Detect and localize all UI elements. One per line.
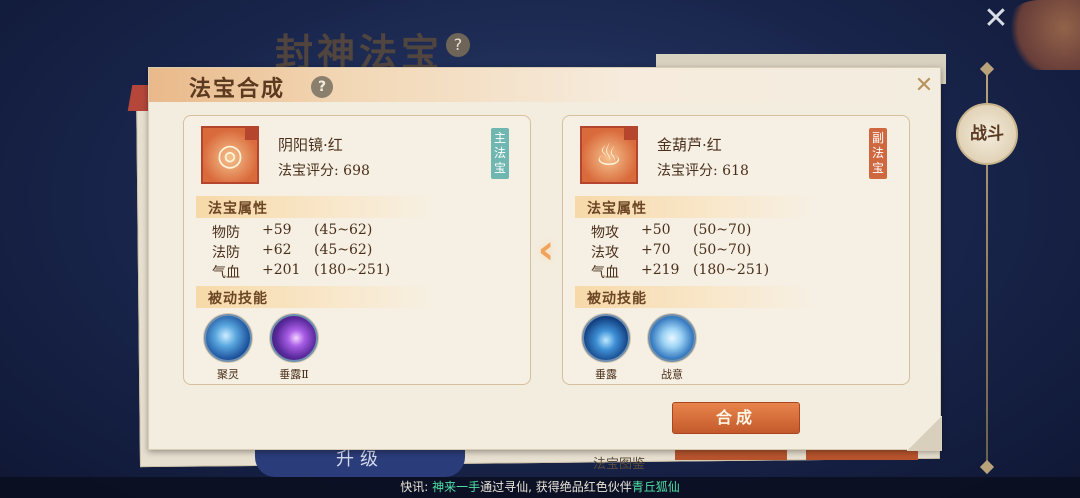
remove-icon[interactable] [624, 126, 638, 140]
skill-name: 战意 [661, 368, 683, 381]
rail-diamond-decoration [979, 459, 995, 475]
skill-slot[interactable]: 垂露Ⅱ [264, 314, 324, 382]
compose-button[interactable]: 合成 [672, 402, 800, 434]
attribute-name: 法攻 [591, 245, 619, 261]
treasure-name: 阴阳镜·红 [278, 136, 343, 154]
skill-name: 垂露Ⅱ [279, 368, 309, 381]
ticker-player-name: 神来一手 [432, 480, 481, 494]
skill-name: 垂露 [595, 368, 617, 381]
attribute-range: (45~62) [314, 242, 373, 258]
section-label: 法宝属性 [587, 201, 647, 217]
dialog-header: 法宝合成 ? ✕ [149, 68, 940, 102]
treasure-name: 金葫芦·红 [657, 136, 722, 154]
chevron-left-icon: ‹ [537, 227, 555, 273]
attribute-name: 气血 [212, 265, 240, 281]
attribute-name: 法防 [212, 245, 240, 261]
treasure-score: 法宝评分: 618 [657, 163, 749, 179]
sub-treasure-tag: 副法宝 [869, 128, 887, 179]
ticker-prefix: 快讯: [400, 480, 433, 494]
attribute-value: +201 [262, 262, 301, 278]
page-curl-decoration [907, 416, 942, 451]
dewdrop-blue-skill-icon[interactable] [582, 314, 630, 362]
dialog-title: 法宝合成 [189, 76, 286, 102]
attribute-name: 物防 [212, 225, 240, 241]
sub-treasure-card: ♨ 金葫芦·红 法宝评分: 618 副法宝 法宝属性 物攻 +50 (50~70… [562, 115, 910, 385]
skills-section-header: 被动技能 [196, 286, 436, 308]
section-label: 法宝属性 [208, 201, 268, 217]
skills-section-header: 被动技能 [575, 286, 815, 308]
mirror-treasure-icon[interactable]: ◎ [201, 126, 259, 184]
attribute-value: +59 [262, 222, 292, 238]
attribute-value: +70 [641, 242, 671, 258]
battle-button[interactable]: 战斗 [956, 103, 1018, 165]
attribute-range: (50~70) [693, 242, 752, 258]
dewdrop-purple-skill-icon[interactable] [270, 314, 318, 362]
attribute-value: +62 [262, 242, 292, 258]
section-label: 被动技能 [208, 291, 268, 307]
skill-slot[interactable]: 聚灵 [198, 314, 258, 382]
attribute-range: (180~251) [693, 262, 770, 278]
attribute-range: (45~62) [314, 222, 373, 238]
background-close-icon[interactable]: ✕ [976, 4, 1016, 34]
rail-diamond-decoration [979, 61, 995, 77]
attribute-name: 气血 [591, 265, 619, 281]
attribute-range: (180~251) [314, 262, 391, 278]
treasure-catalog-link[interactable]: 法宝图鉴 [593, 453, 645, 472]
attribute-range: (50~70) [693, 222, 752, 238]
war-spirit-skill-icon[interactable] [648, 314, 696, 362]
treasure-score: 法宝评分: 698 [278, 163, 370, 179]
background-help-icon[interactable]: ? [446, 33, 470, 57]
ticker-message: 通过寻仙, 获得绝品红色伙伴 [480, 480, 632, 494]
close-icon[interactable]: ✕ [912, 74, 936, 98]
attributes-section-header: 法宝属性 [196, 196, 436, 218]
attribute-value: +219 [641, 262, 680, 278]
attribute-name: 物攻 [591, 225, 619, 241]
skill-name: 聚灵 [217, 368, 239, 381]
news-ticker: 快讯: 神来一手通过寻仙, 获得绝品红色伙伴青丘狐仙 [0, 477, 1080, 498]
main-treasure-tag: 主法宝 [491, 128, 509, 179]
skill-slot[interactable]: 垂露 [576, 314, 636, 382]
treasure-compose-dialog: 法宝合成 ? ✕ ◎ 阴阳镜·红 法宝评分: 698 主法宝 法宝属性 物防 +… [148, 67, 942, 451]
section-label: 被动技能 [587, 291, 647, 307]
gourd-treasure-icon[interactable]: ♨ [580, 126, 638, 184]
attributes-section-header: 法宝属性 [575, 196, 815, 218]
remove-icon[interactable] [245, 126, 259, 140]
main-treasure-card: ◎ 阴阳镜·红 法宝评分: 698 主法宝 法宝属性 物防 +59 (45~62… [183, 115, 531, 385]
ticker-partner-name: 青丘狐仙 [631, 480, 680, 494]
swirl-skill-icon[interactable] [204, 314, 252, 362]
skill-slot[interactable]: 战意 [642, 314, 702, 382]
help-icon[interactable]: ? [311, 76, 333, 98]
attribute-value: +50 [641, 222, 671, 238]
